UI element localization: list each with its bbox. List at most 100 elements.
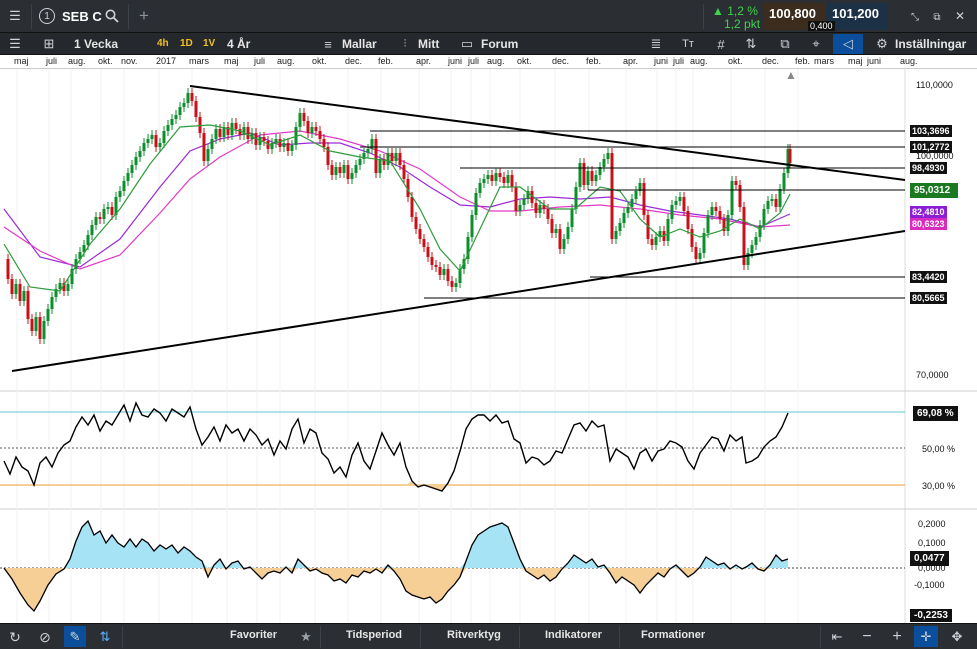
candle-body bbox=[610, 153, 614, 239]
tag-icon[interactable]: ◁ bbox=[833, 34, 863, 54]
interval-4h[interactable]: 4h bbox=[157, 38, 169, 49]
period-selector[interactable]: 1 Vecka bbox=[74, 37, 118, 51]
month-label: aug. bbox=[68, 56, 86, 66]
chart-toolbar: ☰ ⊞ 1 Vecka 4h 1D 1V 4 År ≡ Mallar ⫶ Mit… bbox=[0, 33, 977, 55]
candle-body bbox=[10, 279, 14, 294]
candle-body bbox=[178, 107, 182, 115]
timeperiod-tab[interactable]: Tidsperiod bbox=[346, 629, 402, 641]
candle-body bbox=[218, 129, 222, 137]
star-icon[interactable]: ★ bbox=[298, 628, 314, 646]
candle-body bbox=[518, 205, 522, 211]
ticker-label[interactable]: SEB C bbox=[62, 9, 102, 24]
candle-body bbox=[682, 197, 686, 211]
candle-body bbox=[206, 149, 210, 161]
menu-icon[interactable]: ☰ bbox=[4, 6, 26, 26]
candle-body bbox=[162, 131, 166, 143]
grid-icon[interactable]: # bbox=[713, 36, 729, 52]
candle-body bbox=[426, 247, 430, 257]
chart-area[interactable]: 110,0000 103,3696 101,2772 100,0000 98,4… bbox=[0, 68, 977, 623]
candle-body bbox=[430, 257, 434, 265]
gear-icon: ⚙ bbox=[876, 36, 888, 51]
candle-body bbox=[18, 284, 22, 301]
sort-icon[interactable]: ⇅ bbox=[96, 628, 114, 646]
indicators-tab[interactable]: Indikatorer bbox=[545, 629, 602, 641]
month-label: feb. bbox=[378, 56, 394, 66]
level-tag-98: 98,4930 bbox=[910, 162, 947, 174]
candle-body bbox=[574, 187, 578, 209]
candle-body bbox=[442, 269, 446, 275]
month-label: juni bbox=[448, 56, 463, 66]
document-icon[interactable]: ≣ bbox=[648, 36, 664, 52]
bottom-toolbar: ↻ ⊘ ✎ ⇅ Favoriter ★ Tidsperiod Ritverkty… bbox=[0, 623, 977, 649]
candle-body bbox=[410, 197, 414, 217]
cancel-icon[interactable]: ⊘ bbox=[36, 628, 54, 646]
candle-body bbox=[614, 231, 618, 239]
candle-body bbox=[678, 197, 682, 201]
candle-body bbox=[474, 193, 478, 215]
top-toolbar: ☰ 1 SEB C + ▲ 1,2 % 1,2 pkt 100,800 101,… bbox=[0, 0, 977, 33]
chart-canvas[interactable] bbox=[0, 69, 977, 623]
candle-body bbox=[22, 291, 26, 301]
crosshair-icon[interactable]: ⌖ bbox=[808, 36, 824, 52]
pencil-icon[interactable]: ✎ bbox=[64, 626, 86, 647]
refresh-icon[interactable]: ↻ bbox=[6, 628, 24, 646]
candle-body bbox=[590, 171, 594, 181]
favorites-tab[interactable]: Favoriter bbox=[230, 629, 277, 641]
level-tag-103: 103,3696 bbox=[910, 125, 952, 137]
interval-1v[interactable]: 1V bbox=[203, 38, 215, 49]
range-selector[interactable]: 4 År bbox=[227, 37, 250, 51]
candle-body bbox=[342, 165, 346, 173]
candle-body bbox=[34, 317, 38, 331]
candle-body bbox=[450, 281, 454, 287]
minimize-icon[interactable]: ⤡ bbox=[908, 10, 922, 24]
candle-body bbox=[586, 171, 590, 185]
candle-body bbox=[166, 125, 170, 131]
candle-body bbox=[214, 129, 218, 139]
candle-body bbox=[334, 167, 338, 175]
mine-button[interactable]: Mitt bbox=[418, 37, 439, 51]
zoom-out-icon[interactable]: − bbox=[858, 628, 876, 646]
candle-body bbox=[402, 165, 406, 179]
templates-button[interactable]: Mallar bbox=[342, 37, 377, 51]
candle-body bbox=[750, 245, 754, 253]
candle-body bbox=[110, 207, 114, 215]
ask-price[interactable]: 101,200 bbox=[826, 3, 888, 30]
candle-body bbox=[314, 127, 318, 131]
scroll-end-icon[interactable]: ▲ bbox=[784, 68, 798, 82]
price-tick-110: 110,0000 bbox=[916, 80, 953, 90]
candle-body bbox=[494, 173, 498, 181]
drawtools-tab[interactable]: Ritverktyg bbox=[447, 629, 501, 641]
add-tab-icon[interactable]: + bbox=[136, 6, 152, 25]
fit-icon[interactable]: ⇤ bbox=[828, 628, 846, 646]
search-icon[interactable] bbox=[103, 7, 121, 25]
interval-1d[interactable]: 1D bbox=[180, 38, 193, 49]
candle-body bbox=[330, 165, 334, 175]
crosshair-mode-icon[interactable]: ✛ bbox=[914, 626, 938, 647]
settings-button[interactable]: Inställningar bbox=[895, 37, 966, 51]
layout-icon[interactable]: ⊞ bbox=[40, 36, 58, 52]
move-icon[interactable]: ✥ bbox=[948, 628, 966, 646]
candle-body bbox=[582, 163, 586, 185]
candle-body bbox=[306, 121, 310, 133]
month-label: aug. bbox=[487, 56, 505, 66]
month-label: juli bbox=[673, 56, 685, 66]
candle-body bbox=[734, 181, 738, 185]
month-label: juli bbox=[468, 56, 480, 66]
copy-icon[interactable]: ⧉ bbox=[777, 36, 793, 52]
candle-body bbox=[26, 291, 30, 319]
candle-body bbox=[234, 123, 238, 129]
close-icon[interactable]: ✕ bbox=[953, 9, 967, 23]
popout-icon[interactable]: ⧉ bbox=[930, 10, 944, 24]
candle-body bbox=[350, 173, 354, 179]
list-icon[interactable]: ☰ bbox=[6, 36, 24, 52]
text-tool-icon[interactable]: Tт bbox=[680, 36, 696, 52]
forum-button[interactable]: Forum bbox=[481, 37, 518, 51]
candle-body bbox=[490, 175, 494, 181]
zoom-in-icon[interactable]: + bbox=[888, 628, 906, 646]
formations-tab[interactable]: Formationer bbox=[641, 629, 705, 641]
osc-tick-01: 0,1000 bbox=[918, 538, 946, 548]
tab-number-badge[interactable]: 1 bbox=[39, 8, 55, 24]
mine-icon: ⫶ bbox=[403, 37, 407, 50]
candle-body bbox=[138, 151, 142, 157]
compare-icon[interactable]: ⇅ bbox=[743, 36, 759, 52]
